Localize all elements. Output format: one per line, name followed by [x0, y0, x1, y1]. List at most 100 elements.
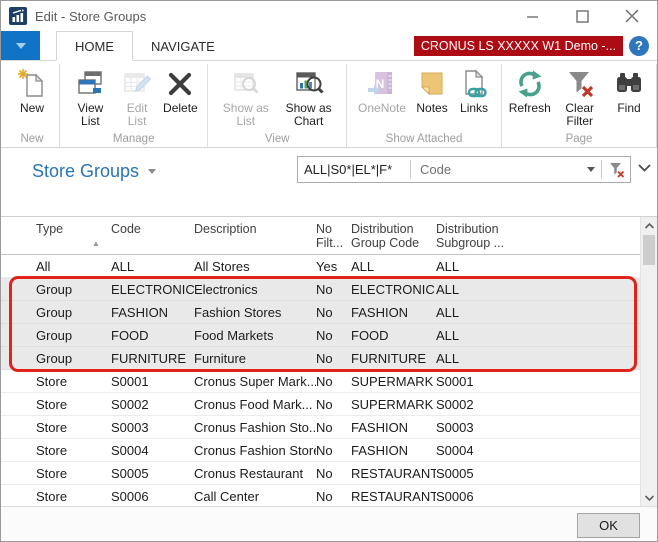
ribbon-button-label: New	[20, 102, 44, 115]
filter-input[interactable]	[298, 157, 410, 182]
tab-home[interactable]: HOME	[56, 31, 133, 61]
table-cell: No	[316, 489, 351, 504]
ribbon-tab-row: HOME NAVIGATE CRONUS LS XXXXX W1 Demo -.…	[1, 31, 657, 61]
table-cell: FURNITURE	[351, 351, 436, 366]
filter-bar: Store Groups Code	[1, 148, 657, 216]
table-cell: ELECTRONIC	[351, 282, 436, 297]
table-row[interactable]: StoreS0006Call CenterNoRESTAURANTS0006	[1, 485, 641, 506]
ribbon-button-label: Show as Chart	[282, 102, 335, 128]
table-cell: Furniture	[194, 351, 316, 366]
table-cell: S0001	[111, 374, 194, 389]
column-header-type[interactable]: Type▲	[36, 222, 111, 236]
table-cell: Electronics	[194, 282, 316, 297]
column-header-code[interactable]: Code	[111, 222, 194, 236]
table-cell: S0005	[436, 466, 641, 481]
table-cell: No	[316, 443, 351, 458]
table-row[interactable]: GroupELECTRONICElectronicsNoELECTRONICAL…	[1, 278, 641, 301]
scroll-down-icon[interactable]	[641, 489, 657, 506]
refresh-icon	[514, 68, 546, 100]
ribbon-button-show-as-chart[interactable]: Show as Chart	[277, 66, 340, 130]
column-header-distribution-subgroup-[interactable]: DistributionSubgroup ...	[436, 222, 641, 250]
ribbon-button-view-list[interactable]: View List	[66, 66, 115, 130]
links-icon	[458, 68, 490, 100]
table-row[interactable]: StoreS0002Cronus Food Mark...NoSUPERMARK…	[1, 393, 641, 416]
scrollbar-track[interactable]	[641, 266, 657, 489]
title-bar: Edit - Store Groups	[1, 1, 657, 31]
app-icon	[9, 7, 27, 25]
table-cell: FOOD	[111, 328, 194, 343]
ribbon-button-links[interactable]: Links	[453, 66, 495, 117]
table-cell: Store	[36, 489, 111, 504]
table-row[interactable]: AllALLAll StoresYesALLALL	[1, 255, 641, 278]
ribbon-button-find[interactable]: Find	[608, 66, 650, 117]
clear-filter-icon	[564, 68, 596, 100]
application-menu-button[interactable]	[1, 31, 40, 60]
ribbon-button-label: Delete	[163, 102, 198, 115]
table-cell: ELECTRONIC	[111, 282, 194, 297]
column-header-distribution-group-code[interactable]: DistributionGroup Code	[351, 222, 436, 250]
ribbon-button-new[interactable]: New	[11, 66, 53, 117]
find-icon	[613, 68, 645, 100]
table-cell: Cronus Super Mark...	[194, 374, 316, 389]
table-cell: Group	[36, 351, 111, 366]
maximize-button[interactable]	[571, 6, 593, 26]
column-header-text: Group Code	[351, 236, 432, 250]
ribbon-button-label: Show as List	[219, 102, 272, 128]
table-row[interactable]: GroupFASHIONFashion StoresNoFASHIONALL	[1, 301, 641, 324]
table-cell: SUPERMARK	[351, 397, 436, 412]
ribbon-button-label: Refresh	[509, 102, 551, 115]
ribbon-button-notes[interactable]: Notes	[411, 66, 453, 117]
table-row[interactable]: StoreS0003Cronus Fashion Sto...NoFASHION…	[1, 416, 641, 439]
filter-column-dropdown[interactable]: Code	[411, 157, 601, 182]
ok-button[interactable]: OK	[577, 513, 640, 538]
column-header-no-filt-[interactable]: NoFilt...	[316, 222, 351, 250]
table-cell: Call Center	[194, 489, 316, 504]
vertical-scrollbar[interactable]	[640, 217, 657, 506]
sort-ascending-icon: ▲	[92, 237, 100, 251]
table-row[interactable]: GroupFOODFood MarketsNoFOODALL	[1, 324, 641, 347]
ribbon-button-label: Notes	[416, 102, 447, 115]
table-row[interactable]: GroupFURNITUREFurnitureNoFURNITUREALL	[1, 347, 641, 370]
column-header-description[interactable]: Description	[194, 222, 316, 236]
scroll-up-icon[interactable]	[641, 217, 657, 234]
table-cell: ALL	[436, 328, 641, 343]
ribbon-group-page: RefreshClear FilterFindPage	[502, 64, 657, 147]
edit-store-groups-window: Edit - Store Groups HOME NAVIGATE CRONUS…	[0, 0, 658, 542]
collapse-filter-chevron-icon[interactable]	[637, 160, 652, 178]
ribbon-group-manage: View ListEdit ListDeleteManage	[60, 64, 208, 147]
ribbon-button-delete[interactable]: Delete	[159, 66, 201, 117]
table-cell: FASHION	[351, 420, 436, 435]
ribbon-group-show-attached: NOneNoteNotesLinksShow Attached	[347, 64, 502, 147]
table-cell: S0002	[111, 397, 194, 412]
ribbon: NewNewView ListEdit ListDeleteManageShow…	[1, 61, 657, 148]
close-button[interactable]	[621, 6, 643, 26]
table-cell: S0001	[436, 374, 641, 389]
table-row[interactable]: StoreS0001Cronus Super Mark...NoSUPERMAR…	[1, 370, 641, 393]
table-row[interactable]: StoreS0005Cronus RestaurantNoRESTAURANTS…	[1, 462, 641, 485]
table-cell: FASHION	[351, 443, 436, 458]
table-row[interactable]: StoreS0004Cronus Fashion StoreNoFASHIONS…	[1, 439, 641, 462]
scrollbar-thumb[interactable]	[643, 235, 655, 265]
table-cell: Group	[36, 282, 111, 297]
company-badge: CRONUS LS XXXXX W1 Demo -...	[414, 36, 623, 56]
ribbon-group-label: Show Attached	[347, 133, 501, 145]
page-title[interactable]: Store Groups	[32, 161, 156, 182]
store-groups-grid: Type▲CodeDescriptionNoFilt...Distributio…	[1, 216, 657, 506]
column-header-text: Description	[194, 222, 312, 236]
minimize-button[interactable]	[521, 6, 543, 26]
ribbon-button-edit-list: Edit List	[115, 66, 160, 130]
help-icon[interactable]: ?	[629, 36, 649, 56]
table-cell: FASHION	[351, 305, 436, 320]
dialog-footer: OK	[1, 506, 657, 541]
ribbon-button-label: Find	[617, 102, 640, 115]
clear-filter-icon[interactable]	[602, 157, 630, 182]
column-header-text: Distribution	[351, 222, 432, 236]
table-cell: No	[316, 305, 351, 320]
tab-navigate[interactable]: NAVIGATE	[133, 31, 233, 61]
table-cell: S0006	[111, 489, 194, 504]
notes-icon	[416, 68, 448, 100]
ribbon-group-view: Show as ListShow as ChartView	[208, 64, 347, 147]
ribbon-button-clear-filter[interactable]: Clear Filter	[551, 66, 608, 130]
ribbon-button-refresh[interactable]: Refresh	[508, 66, 551, 117]
table-cell: Group	[36, 305, 111, 320]
